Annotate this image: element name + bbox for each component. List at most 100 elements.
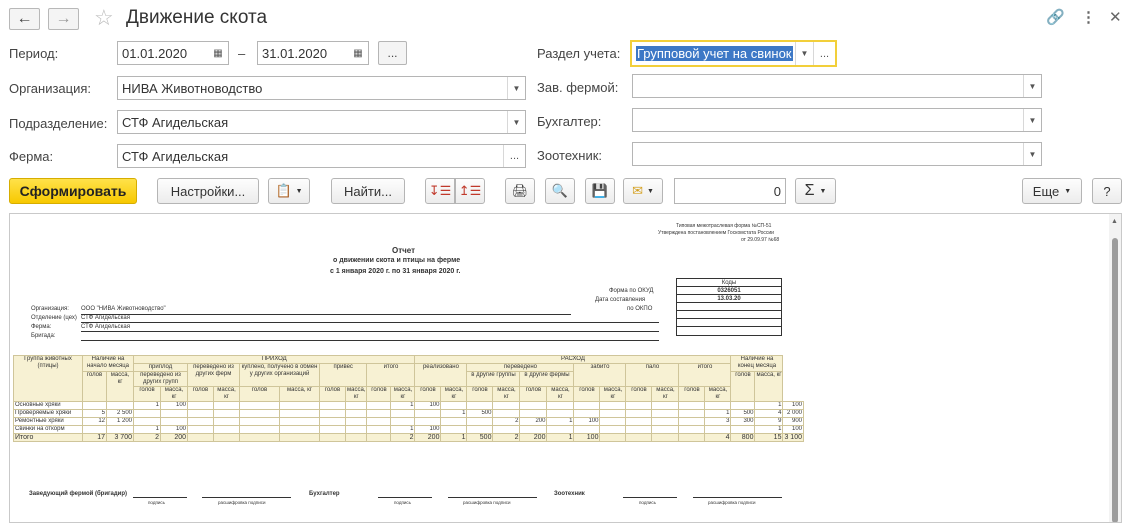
save-button[interactable]: 💾 <box>585 178 615 204</box>
table-cell <box>187 433 214 442</box>
table-cell <box>599 401 627 410</box>
chevron-down-icon[interactable]: ▼ <box>795 42 813 65</box>
table-cell <box>366 409 392 418</box>
chevron-down-icon[interactable]: ▼ <box>1023 75 1041 97</box>
settings-button[interactable]: Настройки... <box>157 178 259 204</box>
table-cell <box>599 409 627 418</box>
subdivision-field[interactable]: СТФ Агидельская ▼ <box>117 110 526 134</box>
calendar-icon[interactable]: ▦ <box>348 42 368 64</box>
table-cell <box>160 409 188 418</box>
variant-menu-button[interactable]: 📋 ▼ <box>268 178 310 204</box>
generate-button[interactable]: Сформировать <box>9 178 137 204</box>
preview-button[interactable]: 🔍 <box>545 178 575 204</box>
table-row: Ремонтные хряки 12 1 200 2 200 1 100 3 300 9 900 <box>13 417 804 426</box>
section-field[interactable]: Групповой учет на свинок ▼ ... <box>630 40 837 67</box>
table-cell <box>625 417 653 426</box>
row-name: Проверяемые хряки <box>13 409 83 418</box>
chevron-down-icon: ▼ <box>1064 187 1072 195</box>
table-cell <box>730 401 756 410</box>
chevron-down-icon[interactable]: ▼ <box>507 77 525 99</box>
table-cell: 200 <box>519 417 548 426</box>
organization-field[interactable]: НИВА Животноводство ▼ <box>117 76 526 100</box>
table-cell <box>239 409 280 418</box>
table-cell <box>213 409 240 418</box>
chevron-down-icon[interactable]: ▼ <box>1023 143 1041 165</box>
table-cell: 3 <box>704 417 732 426</box>
manager-field[interactable]: ▼ <box>632 74 1042 98</box>
more-vertical-icon[interactable]: ⋮ <box>1081 8 1096 26</box>
select-dots-button[interactable]: ... <box>503 145 525 167</box>
forward-button[interactable]: → <box>48 8 79 30</box>
table-cell <box>366 425 392 434</box>
date-from-field[interactable]: 01.01.2020 ▦ <box>117 41 229 65</box>
table-cell: 2 <box>133 433 161 442</box>
okpo-label: по ОКПО <box>627 306 653 312</box>
sign-accountant-label: Бухгалтер <box>309 491 340 497</box>
help-button[interactable]: ? <box>1092 178 1122 204</box>
farm-report-value: СТФ Агидельская <box>81 324 130 330</box>
table-cell: 800 <box>730 433 756 442</box>
table-cell <box>213 425 240 434</box>
more-button[interactable]: Еще ▼ <box>1022 178 1082 204</box>
magnifier-icon: 🔍 <box>551 183 569 198</box>
back-button[interactable]: ← <box>9 8 40 30</box>
find-button[interactable]: Найти... <box>331 178 405 204</box>
table-cell: 1 <box>754 425 784 434</box>
table-cell <box>213 401 240 410</box>
table-cell: 1 <box>704 409 732 418</box>
email-button[interactable]: ✉ ▼ <box>623 178 663 204</box>
row-name: Основные хряки <box>13 401 83 410</box>
report-document[interactable]: Типовая межотраслевая форма №СП-51 Утвер… <box>9 213 1122 523</box>
table-cell: 3 700 <box>106 433 134 442</box>
table-cell: 2 000 <box>782 409 804 418</box>
chevron-down-icon[interactable]: ▼ <box>1023 109 1041 131</box>
select-dots-button[interactable]: ... <box>813 42 835 65</box>
sort-descending-button[interactable]: ↧☰ <box>425 178 455 204</box>
chevron-down-icon: ▼ <box>295 187 303 195</box>
close-icon[interactable]: ✕ <box>1109 8 1122 26</box>
form-note-2: Утверждена постановлением Госкомстата Ро… <box>658 230 774 236</box>
table-row: Свинки на откорм 1 100 1 100 1 100 <box>13 425 804 434</box>
table-cell: 100 <box>414 425 442 434</box>
date-dash: – <box>238 46 246 61</box>
chevron-down-icon[interactable]: ▼ <box>507 111 525 133</box>
table-cell <box>704 425 732 434</box>
table-cell <box>573 409 601 418</box>
report-scrollbar[interactable]: ▲ <box>1109 214 1121 522</box>
table-cell <box>492 409 521 418</box>
chevron-down-icon: ▼ <box>646 187 654 195</box>
table-cell <box>344 401 368 410</box>
sum-value-field[interactable]: 0 <box>674 178 786 204</box>
sort-ascending-button[interactable]: ↥☰ <box>455 178 485 204</box>
table-cell <box>187 425 214 434</box>
table-cell <box>573 425 601 434</box>
sum-button[interactable]: Σ ▼ <box>795 178 836 204</box>
table-cell <box>279 425 320 434</box>
report-period: с 1 января 2020 г. по 31 января 2020 г. <box>330 268 461 275</box>
table-cell: 2 <box>390 433 416 442</box>
table-cell <box>106 425 134 434</box>
table-cell <box>599 417 627 426</box>
table-cell <box>344 433 368 442</box>
farm-report-label: Ферма: <box>31 324 52 330</box>
date-to-field[interactable]: 31.01.2020 ▦ <box>257 41 369 65</box>
scroll-up-icon[interactable]: ▲ <box>1111 218 1118 225</box>
table-cell <box>319 425 346 434</box>
period-select-button[interactable]: ... <box>378 41 407 65</box>
link-icon[interactable]: 🔗 <box>1046 8 1065 26</box>
calendar-icon[interactable]: ▦ <box>208 42 228 64</box>
table-cell <box>344 417 368 426</box>
star-icon[interactable]: ☆ <box>94 5 114 31</box>
zootechnician-field[interactable]: ▼ <box>632 142 1042 166</box>
print-button[interactable]: 🖨 <box>505 178 535 204</box>
table-cell <box>160 417 188 426</box>
table-cell <box>390 409 416 418</box>
accountant-field[interactable]: ▼ <box>632 108 1042 132</box>
scrollbar-thumb[interactable] <box>1112 238 1118 522</box>
table-cell <box>599 425 627 434</box>
sort-desc-icon: ↧☰ <box>428 183 452 198</box>
section-label: Раздел учета: <box>537 46 621 61</box>
table-cell <box>546 401 575 410</box>
table-cell: 200 <box>519 433 548 442</box>
farm-field[interactable]: СТФ Агидельская ... <box>117 144 526 168</box>
